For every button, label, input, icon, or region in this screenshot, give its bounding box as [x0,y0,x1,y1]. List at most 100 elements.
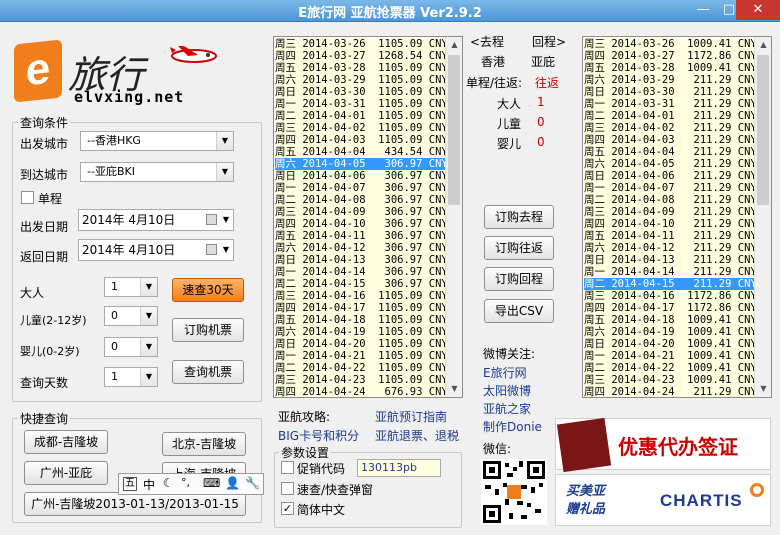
inbound-fare-row[interactable]: 周五 2014-04-11 211.29 CNY * [584,230,769,242]
inbound-fare-row[interactable]: 周四 2014-03-27 1172.86 CNY [584,50,757,62]
outbound-fare-row[interactable]: 周六 2014-04-19 1105.09 CNY [275,326,448,338]
ime-wubi-icon[interactable]: 五 [123,477,137,491]
return-date-picker[interactable]: 2014年 4月10日 ▼ [78,239,234,261]
minimize-button[interactable]: — [690,0,716,20]
outbound-fare-row[interactable]: 周四 2014-03-27 1268.54 CNY [275,50,448,62]
airasia-booking-guide-link[interactable]: 亚航预订指南 [375,408,447,425]
refund-link[interactable]: 亚航退票、退税 [375,427,459,444]
quick-30-days-button[interactable]: 速查30天 [172,278,244,302]
inbound-fare-row[interactable]: 周二 2014-04-08 211.29 CNY * [584,194,769,206]
outbound-fare-row[interactable]: 周五 2014-04-18 1105.09 CNY [275,314,448,326]
from-city-select[interactable]: --香港HKG ▼ [80,131,234,151]
outbound-fare-row[interactable]: 周二 2014-04-08 306.97 CNY * [275,194,460,206]
scroll-thumb[interactable] [757,55,769,205]
outbound-fare-row[interactable]: 周三 2014-03-26 1105.09 CNY [275,38,448,50]
outbound-fare-row[interactable]: 周日 2014-04-13 306.97 CNY * [275,254,460,266]
inbound-fare-row[interactable]: 周日 2014-03-30 211.29 CNY * [584,86,769,98]
outbound-fare-row[interactable]: 周四 2014-04-10 306.97 CNY * [275,218,460,230]
inbound-fare-row[interactable]: 周二 2014-04-01 211.29 CNY * [584,110,769,122]
depart-date-picker[interactable]: 2014年 4月10日 ▼ [78,209,234,231]
scroll-down-icon[interactable]: ▼ [446,381,462,397]
book-return-button[interactable]: 订购回程 [484,267,554,291]
outbound-fare-row[interactable]: 周一 2014-04-21 1105.09 CNY [275,350,448,362]
close-button[interactable]: ✕ [736,0,780,20]
inbound-fare-row[interactable]: 周三 2014-04-02 211.29 CNY * [584,122,769,134]
inbound-fare-row[interactable]: 周五 2014-04-04 211.29 CNY * [584,146,769,158]
inbound-fare-row[interactable]: 周三 2014-04-16 1172.86 CNY [584,290,757,302]
scroll-up-icon[interactable]: ▲ [755,37,771,53]
outbound-scrollbar[interactable]: ▲ ▼ [445,37,462,397]
ime-user-icon[interactable]: 👤 [225,476,240,490]
inbound-fare-row[interactable]: 周一 2014-04-07 211.29 CNY * [584,182,769,194]
inbound-scrollbar[interactable]: ▲ ▼ [754,37,771,397]
inbound-fare-row[interactable]: 周四 2014-04-24 211.29 CNY * [584,386,769,397]
outbound-fare-row[interactable]: 周一 2014-04-07 306.97 CNY * [275,182,460,194]
outbound-fare-row[interactable]: 周五 2014-03-28 1105.09 CNY [275,62,448,74]
outbound-fare-row[interactable]: 周三 2014-04-09 306.97 CNY * [275,206,460,218]
book-ticket-button[interactable]: 订购机票 [172,318,244,342]
export-csv-button[interactable]: 导出CSV [484,299,554,323]
outbound-fare-row[interactable]: 周四 2014-04-03 1105.09 CNY [275,134,448,146]
ime-settings-icon[interactable]: 🔧 [245,476,260,490]
quick-popup-checkbox[interactable] [281,482,294,495]
quick-chengdu-kl-button[interactable]: 成都-吉隆坡 [24,430,108,454]
promo-code-input[interactable]: 130113pb [357,459,441,477]
outbound-fare-row[interactable]: 周二 2014-04-01 1105.09 CNY [275,110,448,122]
inbound-fare-row[interactable]: 周二 2014-04-22 1009.41 CNY [584,362,757,374]
visa-ad-banner[interactable]: 优惠代办签证 [555,417,771,473]
weibo-link-taiyang[interactable]: 太阳微博 [483,382,531,399]
scroll-thumb[interactable] [448,55,460,205]
book-roundtrip-button[interactable]: 订购往返 [484,236,554,260]
inbound-fare-row[interactable]: 周一 2014-04-21 1009.41 CNY [584,350,757,362]
outbound-fare-row[interactable]: 周一 2014-03-31 1105.09 CNY [275,98,448,110]
promo-checkbox[interactable] [281,461,294,474]
oneway-checkbox[interactable] [21,191,34,204]
scroll-down-icon[interactable]: ▼ [755,381,771,397]
inbound-fare-row[interactable]: 周一 2014-03-31 211.29 CNY * [584,98,769,110]
outbound-fare-row[interactable]: 周二 2014-04-22 1105.09 CNY [275,362,448,374]
ime-punct-icon[interactable]: °, [181,476,190,489]
inbound-fare-row[interactable]: 周三 2014-04-09 211.29 CNY * [584,206,769,218]
quick-guangzhou-kl-dated-button[interactable]: 广州-吉隆坡2013-01-13/2013-01-15 [24,492,246,516]
outbound-fare-row[interactable]: 周四 2014-04-17 1105.09 CNY [275,302,448,314]
infant-select[interactable]: 0 ▼ [104,337,158,357]
inbound-fare-row[interactable]: 周日 2014-04-06 211.29 CNY * [584,170,769,182]
book-outbound-button[interactable]: 订购去程 [484,205,554,229]
scroll-up-icon[interactable]: ▲ [446,37,462,53]
child-select[interactable]: 0 ▼ [104,306,158,326]
inbound-fare-row[interactable]: 周日 2014-04-13 211.29 CNY * [584,254,769,266]
outbound-fare-list[interactable]: 周三 2014-03-26 1105.09 CNY 周四 2014-03-27 … [273,36,463,398]
outbound-fare-row[interactable]: 周六 2014-04-05 306.97 CNY * [275,158,460,170]
ime-keyboard-icon[interactable]: ⌨ [203,476,220,490]
inbound-fare-list[interactable]: 周三 2014-03-26 1009.41 CNY 周四 2014-03-27 … [582,36,772,398]
weibo-link-elvxing[interactable]: E旅行网 [483,364,527,381]
outbound-fare-row[interactable]: 周四 2014-04-24 676.93 CNY [275,386,448,397]
big-card-link[interactable]: BIG卡号和积分 [278,427,359,444]
weibo-link-donie[interactable]: 制作Donie [483,418,542,435]
to-city-select[interactable]: --亚庇BKI ▼ [80,162,234,182]
ime-chinese-icon[interactable]: 中 [143,476,155,493]
outbound-fare-row[interactable]: 周五 2014-04-11 306.97 CNY * [275,230,460,242]
inbound-fare-row[interactable]: 周一 2014-04-14 211.29 CNY * [584,266,769,278]
inbound-fare-row[interactable]: 周二 2014-04-15 211.29 CNY * [584,278,769,290]
insurance-ad-banner[interactable]: 买美亚 赠礼品 CHARTIS [555,474,771,526]
quick-beijing-kl-button[interactable]: 北京-吉隆坡 [162,432,246,456]
outbound-fare-row[interactable]: 周日 2014-04-20 1105.09 CNY [275,338,448,350]
inbound-fare-row[interactable]: 周六 2014-03-29 211.29 CNY * [584,74,769,86]
inbound-fare-row[interactable]: 周三 2014-03-26 1009.41 CNY [584,38,757,50]
inbound-fare-row[interactable]: 周三 2014-04-23 1009.41 CNY [584,374,757,386]
inbound-fare-row[interactable]: 周日 2014-04-20 1009.41 CNY [584,338,757,350]
outbound-fare-row[interactable]: 周六 2014-03-29 1105.09 CNY [275,74,448,86]
outbound-fare-row[interactable]: 周三 2014-04-02 1105.09 CNY [275,122,448,134]
search-ticket-button[interactable]: 查询机票 [172,360,244,384]
inbound-fare-row[interactable]: 周六 2014-04-05 211.29 CNY * [584,158,769,170]
inbound-fare-row[interactable]: 周五 2014-03-28 1009.41 CNY [584,62,757,74]
outbound-fare-row[interactable]: 周日 2014-04-06 306.97 CNY * [275,170,460,182]
outbound-fare-row[interactable]: 周六 2014-04-12 306.97 CNY * [275,242,460,254]
weibo-link-airasia-home[interactable]: 亚航之家 [483,400,531,417]
outbound-fare-row[interactable]: 周日 2014-03-30 1105.09 CNY [275,86,448,98]
inbound-fare-row[interactable]: 周四 2014-04-03 211.29 CNY * [584,134,769,146]
days-select[interactable]: 1 ▼ [104,367,158,387]
outbound-fare-row[interactable]: 周三 2014-04-16 1105.09 CNY [275,290,448,302]
inbound-fare-row[interactable]: 周六 2014-04-12 211.29 CNY * [584,242,769,254]
